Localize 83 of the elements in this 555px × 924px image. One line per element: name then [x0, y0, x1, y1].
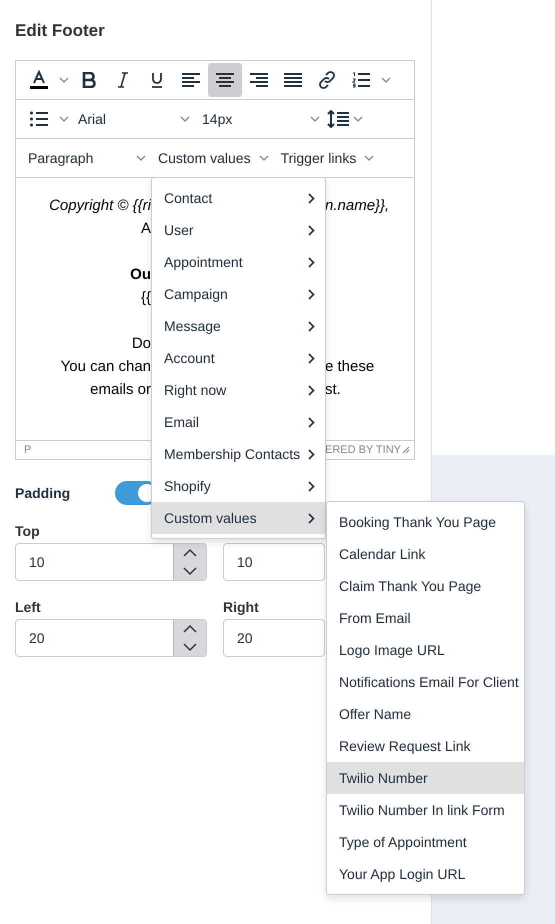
content-text: Copyright © {{ri: [49, 196, 151, 216]
content-text: e these: [325, 357, 374, 377]
field-label: Top: [15, 523, 41, 539]
number-field[interactable]: 10: [15, 543, 207, 581]
chevron-right-icon: [308, 448, 315, 460]
number-field[interactable]: 10: [223, 543, 325, 581]
menu-item[interactable]: User: [152, 214, 325, 246]
chevron-down-icon: [353, 116, 363, 122]
number-field[interactable]: 20: [223, 619, 325, 657]
chevron-down-icon: [180, 116, 190, 122]
underline-icon: [151, 72, 163, 88]
menu-item[interactable]: Logo Image URL: [327, 634, 524, 666]
chevron-right-icon: [308, 224, 315, 236]
chevron-down-icon: [364, 155, 374, 161]
align-center-icon: [216, 73, 234, 87]
chevron-down-icon: [258, 155, 269, 161]
content-text: Do: [132, 334, 151, 354]
menu-item[interactable]: Campaign: [152, 278, 325, 310]
menu-item[interactable]: Review Request Link: [327, 730, 524, 762]
chevron-down-icon: [310, 116, 320, 122]
menu-item[interactable]: Claim Thank You Page: [327, 570, 524, 602]
number-field[interactable]: 20: [15, 619, 207, 657]
menu-item[interactable]: Contact: [152, 182, 325, 214]
italic-icon: [117, 72, 129, 88]
chevron-right-icon: [308, 352, 315, 364]
chevron-right-icon: [308, 512, 315, 524]
padding-label: Padding: [15, 485, 72, 501]
menu-item[interactable]: Offer Name: [327, 698, 524, 730]
chevron-down-icon: [381, 77, 391, 83]
align-left-icon: [182, 73, 200, 87]
text-color-icon: [29, 70, 49, 90]
menu-item[interactable]: Appointment: [152, 246, 325, 278]
menu-dropdown[interactable]: Custom values: [152, 143, 275, 173]
menu-item[interactable]: Message: [152, 310, 325, 342]
menu-item[interactable]: Booking Thank You Page: [327, 506, 524, 538]
menu-item[interactable]: From Email: [327, 602, 524, 634]
field-label: Right: [223, 599, 260, 615]
font-size-dropdown[interactable]: 14px: [196, 104, 326, 134]
paragraph-dropdown[interactable]: Paragraph: [22, 143, 152, 173]
menu-item[interactable]: Email: [152, 406, 325, 438]
content-text: {{: [140, 288, 151, 308]
menu-item[interactable]: Your App Login URL: [327, 858, 524, 890]
menu-item[interactable]: Shopify: [152, 470, 325, 502]
content-text: A: [140, 219, 151, 239]
align-right-icon: [250, 73, 268, 87]
content-text: You can chan: [60, 357, 151, 377]
menu-item[interactable]: Notifications Email For Client: [327, 666, 524, 698]
powered-by-text: ERED BY TINY: [324, 444, 401, 456]
content-text: Ou: [130, 265, 151, 285]
menu-item[interactable]: Right now: [152, 374, 325, 406]
menu-item[interactable]: Account: [152, 342, 325, 374]
menu-item[interactable]: Twilio Number In link Form: [327, 794, 524, 826]
numbered-list-icon: [352, 72, 370, 88]
chevron-down-icon: [136, 155, 146, 161]
menu-item[interactable]: Type of Appointment: [327, 826, 524, 858]
chevron-right-icon: [308, 288, 315, 300]
chevron-right-icon: [308, 384, 315, 396]
menu-item[interactable]: Custom values: [152, 502, 325, 534]
bullet-list-icon: [30, 111, 48, 127]
field-label: Left: [15, 599, 42, 615]
chevron-right-icon: [308, 256, 315, 268]
chevron-down-icon: [59, 116, 69, 122]
menu-item[interactable]: Membership Contacts: [152, 438, 325, 470]
bold-icon: [82, 72, 96, 88]
line-height-icon: [327, 110, 349, 128]
resize-handle-icon[interactable]: [402, 446, 410, 454]
content-text: emails or: [90, 380, 151, 400]
justify-icon: [284, 73, 302, 87]
chevron-right-icon: [308, 480, 315, 492]
font-family-dropdown[interactable]: Arial: [72, 104, 196, 134]
content-text: st.: [325, 380, 341, 400]
chevron-right-icon: [308, 192, 315, 204]
align-center-button[interactable]: [208, 63, 242, 97]
chevron-right-icon: [308, 416, 315, 428]
chevron-right-icon: [308, 320, 315, 332]
menu-dropdown[interactable]: Trigger links: [274, 143, 380, 173]
menu-item[interactable]: Calendar Link: [327, 538, 524, 570]
element-path: P: [24, 444, 32, 456]
panel-title: Edit Footer: [15, 20, 106, 42]
menu-item[interactable]: Twilio Number: [327, 762, 524, 794]
chevron-down-icon: [59, 77, 69, 83]
content-text: n.name}},: [325, 196, 390, 216]
link-icon: [318, 71, 336, 89]
